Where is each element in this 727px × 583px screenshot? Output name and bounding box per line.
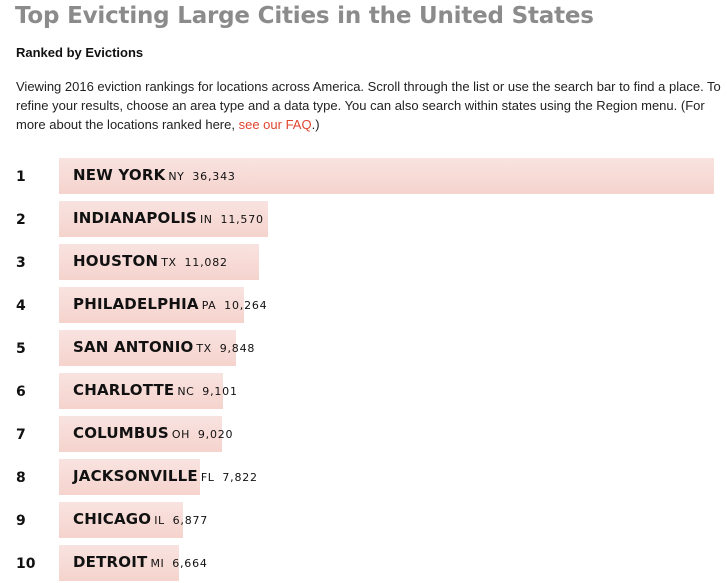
description: Viewing 2016 eviction rankings for locat… <box>16 77 721 134</box>
state-code: PA <box>201 299 217 312</box>
rank-number: 3 <box>16 255 26 271</box>
eviction-count: 6,664 <box>172 557 208 570</box>
city-name: NEW YORK <box>73 166 166 184</box>
rank-number: 4 <box>16 298 26 314</box>
ranking-subtitle: Ranked by Evictions <box>16 45 144 60</box>
ranking-row[interactable]: 1 NEW YORK NY 36,343 <box>0 158 727 194</box>
ranking-row[interactable]: 10 DETROIT MI 6,664 <box>0 545 727 581</box>
city-name: COLUMBUS <box>73 424 169 442</box>
state-code: FL <box>200 471 215 484</box>
bar-label: INDIANAPOLIS IN 11,570 <box>73 201 264 237</box>
ranking-row[interactable]: 6 CHARLOTTE NC 9,101 <box>0 373 727 409</box>
faq-link[interactable]: see our FAQ <box>239 117 312 132</box>
ranking-row[interactable]: 5 SAN ANTONIO TX 9,848 <box>0 330 727 366</box>
state-code: TX <box>161 256 177 269</box>
city-name: INDIANAPOLIS <box>73 209 198 227</box>
ranking-row[interactable]: 4 PHILADELPHIA PA 10,264 <box>0 287 727 323</box>
city-name: JACKSONVILLE <box>73 467 198 485</box>
description-text: Viewing 2016 eviction rankings for locat… <box>16 79 721 132</box>
state-code: TX <box>196 342 212 355</box>
bar-label: DETROIT MI 6,664 <box>73 545 208 581</box>
ranking-row[interactable]: 9 CHICAGO IL 6,877 <box>0 502 727 538</box>
bar-label: HOUSTON TX 11,082 <box>73 244 228 280</box>
page-title: Top Evicting Large Cities in the United … <box>15 3 594 29</box>
state-code: NC <box>177 385 195 398</box>
ranking-row[interactable]: 8 JACKSONVILLE FL 7,822 <box>0 459 727 495</box>
bar-label: COLUMBUS OH 9,020 <box>73 416 233 452</box>
state-code: NY <box>168 170 185 183</box>
eviction-count: 10,264 <box>224 299 268 312</box>
city-name: PHILADELPHIA <box>73 295 199 313</box>
rank-number: 7 <box>16 427 26 443</box>
rankings-bar-chart: 1 NEW YORK NY 36,343 2 INDIANAPOLIS IN 11,570 3 H… <box>0 158 727 583</box>
ranking-row[interactable]: 3 HOUSTON TX 11,082 <box>0 244 727 280</box>
city-name: HOUSTON <box>73 252 159 270</box>
rank-number: 9 <box>16 513 26 529</box>
bar-label: JACKSONVILLE FL 7,822 <box>73 459 258 495</box>
eviction-count: 11,570 <box>220 213 264 226</box>
eviction-count: 11,082 <box>184 256 228 269</box>
city-name: CHARLOTTE <box>73 381 175 399</box>
state-code: IN <box>200 213 213 226</box>
ranking-row[interactable]: 2 INDIANAPOLIS IN 11,570 <box>0 201 727 237</box>
rank-number: 6 <box>16 384 26 400</box>
state-code: MI <box>150 557 165 570</box>
bar-label: PHILADELPHIA PA 10,264 <box>73 287 267 323</box>
state-code: OH <box>171 428 190 441</box>
city-name: CHICAGO <box>73 510 152 528</box>
eviction-count: 6,877 <box>172 514 209 527</box>
bar-label: NEW YORK NY 36,343 <box>73 158 236 194</box>
eviction-count: 9,848 <box>219 342 256 355</box>
city-name: SAN ANTONIO <box>73 338 194 356</box>
rank-number: 10 <box>16 556 36 572</box>
ranking-row[interactable]: 7 COLUMBUS OH 9,020 <box>0 416 727 452</box>
eviction-count: 36,343 <box>192 170 236 183</box>
eviction-count: 9,020 <box>197 428 234 441</box>
eviction-count: 7,822 <box>222 471 258 484</box>
rank-number: 1 <box>16 169 26 185</box>
state-code: IL <box>154 514 165 527</box>
rank-number: 2 <box>16 212 26 228</box>
rank-number: 5 <box>16 341 26 357</box>
bar-label: SAN ANTONIO TX 9,848 <box>73 330 255 366</box>
description-end: .) <box>311 117 320 132</box>
bar-label: CHARLOTTE NC 9,101 <box>73 373 238 409</box>
city-name: DETROIT <box>73 553 148 571</box>
bar-label: CHICAGO IL 6,877 <box>73 502 208 538</box>
rank-number: 8 <box>16 470 26 486</box>
eviction-count: 9,101 <box>202 385 238 398</box>
